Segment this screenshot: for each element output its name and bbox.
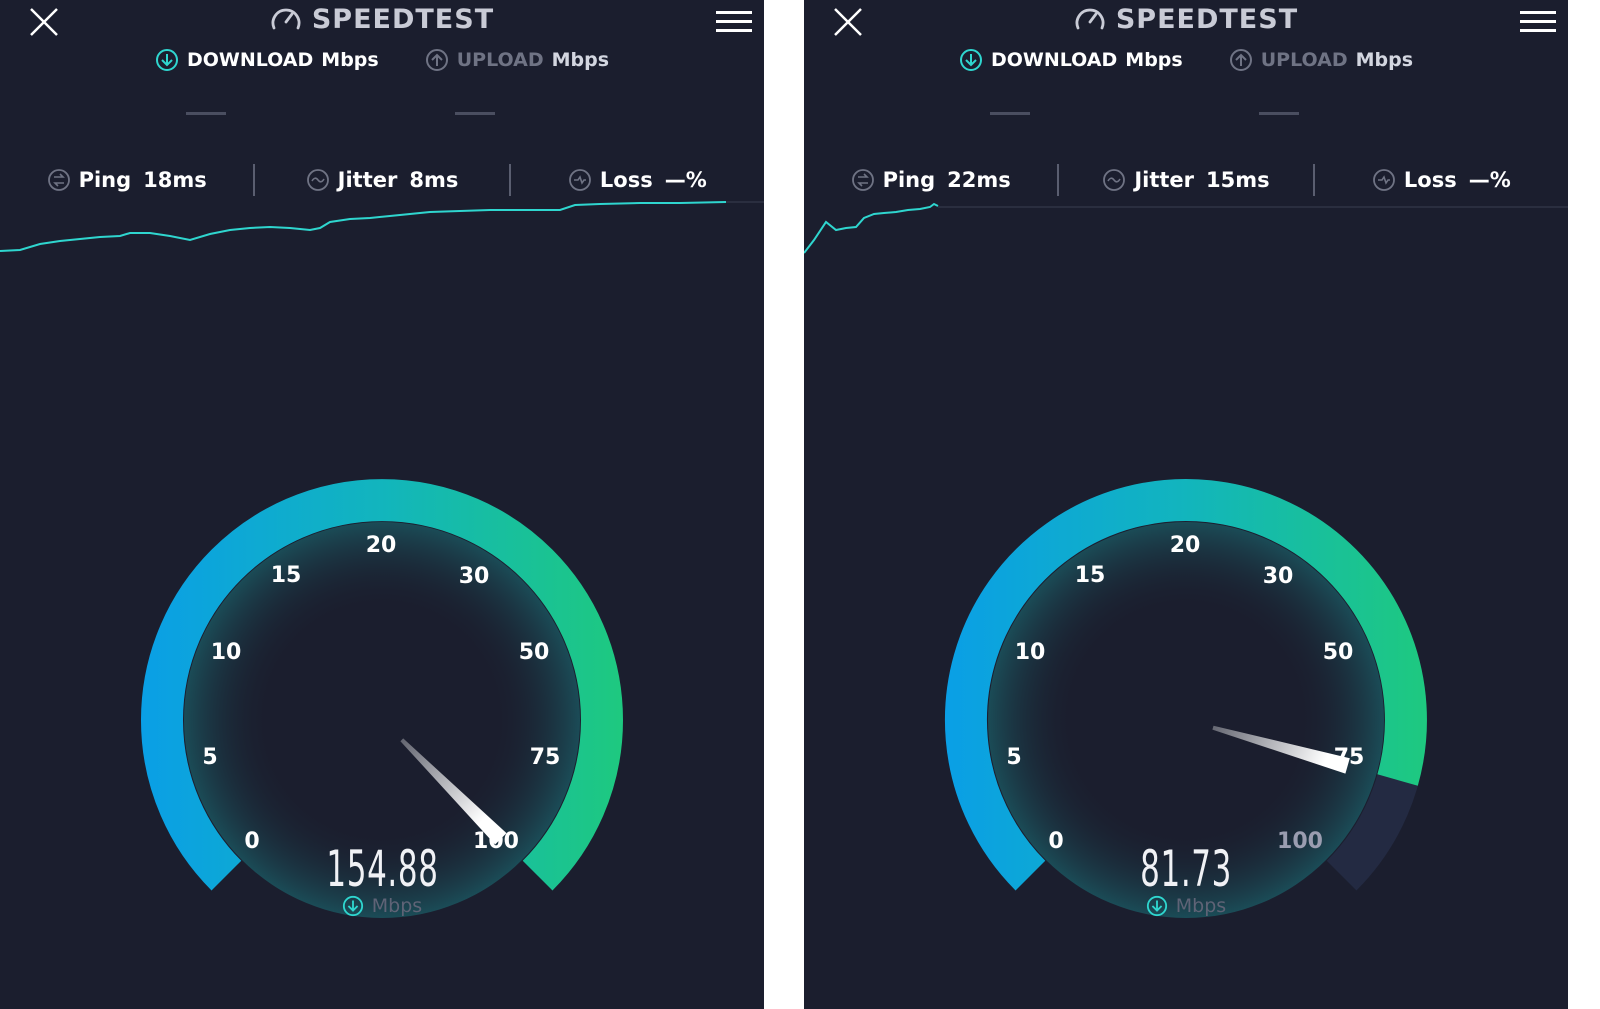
- scale-label-50: 50: [519, 640, 550, 665]
- app-title: SPEEDTEST: [1115, 4, 1299, 35]
- speed-unit-row: Mbps: [804, 895, 1568, 917]
- ping-value: 18ms: [143, 168, 207, 192]
- tab-download[interactable]: DOWNLOAD Mbps: [155, 48, 379, 72]
- download-value-placeholder: [186, 112, 226, 115]
- download-arrow-icon: [155, 49, 178, 71]
- jitter-icon: [306, 169, 329, 191]
- upload-arrow-icon: [425, 49, 448, 71]
- loss-value: —%: [664, 168, 707, 192]
- ping-label: Ping: [78, 168, 132, 192]
- tab-upload[interactable]: UPLOAD Mbps: [425, 48, 609, 72]
- upload-value-placeholder: [455, 112, 495, 115]
- loss-value: —%: [1468, 168, 1511, 192]
- jitter-value: 15ms: [1206, 168, 1270, 192]
- speedometer-icon: [271, 8, 301, 29]
- download-label: DOWNLOAD: [990, 49, 1118, 71]
- speed-history-graph: [804, 202, 1568, 254]
- tab-upload[interactable]: UPLOAD Mbps: [1229, 48, 1413, 72]
- scale-label-10: 10: [1015, 640, 1046, 665]
- hamburger-menu-icon[interactable]: [716, 8, 752, 36]
- upload-unit: Mbps: [551, 49, 610, 71]
- speed-unit: Mbps: [1175, 895, 1227, 917]
- scale-label-50: 50: [1323, 640, 1354, 665]
- download-unit: Mbps: [321, 49, 379, 71]
- loss-stat: Loss —%: [1315, 168, 1568, 192]
- scale-label-10: 10: [211, 640, 242, 665]
- download-value-placeholder: [990, 112, 1030, 115]
- speed-value: 81.73: [1140, 840, 1232, 898]
- metric-tabs: DOWNLOAD Mbps UPLOAD Mbps: [804, 48, 1568, 72]
- ping-icon: [47, 169, 70, 191]
- speed-readout: 154.88: [0, 840, 764, 898]
- jitter-value: 8ms: [409, 168, 459, 192]
- scale-label-75: 75: [530, 745, 561, 770]
- download-arrow-icon: [342, 895, 363, 917]
- loss-stat: Loss —%: [511, 168, 764, 192]
- upload-unit: Mbps: [1355, 49, 1414, 71]
- loss-label: Loss: [599, 168, 653, 192]
- ping-stat: Ping 18ms: [0, 168, 253, 192]
- upload-value-placeholder: [1259, 112, 1299, 115]
- ping-icon: [851, 169, 874, 191]
- ping-label: Ping: [882, 168, 936, 192]
- upload-label: UPLOAD: [1260, 49, 1348, 71]
- metric-tabs: DOWNLOAD Mbps UPLOAD Mbps: [0, 48, 764, 72]
- jitter-stat: Jitter 15ms: [1059, 168, 1312, 192]
- scale-label-30: 30: [459, 564, 490, 589]
- loss-icon: [1372, 169, 1395, 191]
- ping-value: 22ms: [947, 168, 1011, 192]
- ping-stat: Ping 22ms: [804, 168, 1057, 192]
- scale-label-15: 15: [1075, 563, 1106, 588]
- scale-label-30: 30: [1263, 564, 1294, 589]
- speed-history-graph: [0, 201, 764, 252]
- speed-value: 154.88: [325, 840, 439, 898]
- jitter-stat: Jitter 8ms: [255, 168, 508, 192]
- brand-header: SPEEDTEST: [0, 4, 764, 38]
- download-arrow-icon: [959, 49, 982, 71]
- download-label: DOWNLOAD: [186, 49, 314, 71]
- speed-unit: Mbps: [371, 895, 423, 917]
- speedtest-panel-right: SPEEDTEST DOWNLOAD Mbps UPLOAD Mbps Ping…: [804, 0, 1568, 1009]
- jitter-icon: [1103, 169, 1126, 191]
- download-arrow-icon: [1146, 895, 1167, 917]
- speed-readout: 81.73: [804, 840, 1568, 898]
- scale-label-5: 5: [1006, 745, 1021, 770]
- jitter-label: Jitter: [1134, 168, 1195, 192]
- brand-header: SPEEDTEST: [804, 4, 1568, 38]
- speed-unit-row: Mbps: [0, 895, 764, 917]
- loss-label: Loss: [1403, 168, 1457, 192]
- app-title: SPEEDTEST: [311, 4, 495, 35]
- speedtest-panel-left: SPEEDTEST DOWNLOAD Mbps UPLOAD Mbps Ping…: [0, 0, 764, 1009]
- speed-history-line: [804, 202, 939, 254]
- download-unit: Mbps: [1125, 49, 1183, 71]
- upload-label: UPLOAD: [456, 49, 544, 71]
- scale-label-20: 20: [1170, 533, 1201, 558]
- scale-label-5: 5: [202, 745, 217, 770]
- tab-download[interactable]: DOWNLOAD Mbps: [959, 48, 1183, 72]
- hamburger-menu-icon[interactable]: [1520, 8, 1556, 36]
- scale-label-20: 20: [366, 533, 397, 558]
- jitter-label: Jitter: [337, 168, 398, 192]
- scale-label-15: 15: [271, 563, 302, 588]
- speed-history-line: [0, 201, 727, 252]
- speedometer-icon: [1075, 8, 1105, 29]
- upload-arrow-icon: [1229, 49, 1252, 71]
- loss-icon: [568, 169, 591, 191]
